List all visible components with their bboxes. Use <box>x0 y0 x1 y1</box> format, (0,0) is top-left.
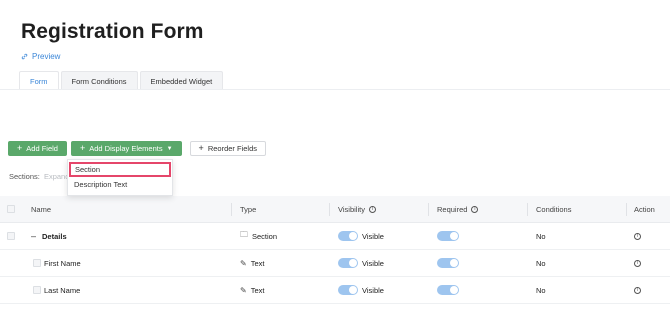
add-display-elements-button[interactable]: + Add Display Elements ▼ <box>70 141 182 156</box>
add-display-elements-label: Add Display Elements <box>89 144 163 153</box>
column-header-type: Type <box>240 204 257 214</box>
required-toggle[interactable] <box>437 231 459 241</box>
row-checkbox[interactable] <box>33 286 41 294</box>
info-icon[interactable]: i <box>634 232 641 240</box>
page-title: Registration Form <box>21 20 204 43</box>
visibility-label: Visible <box>362 258 384 268</box>
conditions-value: No <box>536 258 546 268</box>
table-row: First Name ✎ Text Visible No i <box>0 250 670 277</box>
column-header-action: Action <box>634 204 655 214</box>
expand-link[interactable]: Expand <box>44 172 69 181</box>
tab-form-conditions[interactable]: Form Conditions <box>60 71 138 90</box>
column-divider <box>329 203 330 216</box>
visibility-toggle[interactable] <box>338 231 358 241</box>
row-checkbox[interactable] <box>7 232 15 240</box>
sections-bar: Sections: Expand <box>9 172 69 181</box>
field-type: Text <box>250 258 265 268</box>
field-type: Text <box>250 285 265 295</box>
visibility-toggle[interactable] <box>338 285 358 295</box>
info-icon[interactable]: i <box>471 205 479 213</box>
display-elements-menu: Section Description Text <box>67 159 173 196</box>
table-header: Name Type Visibility i Required i Condit… <box>0 196 670 223</box>
preview-link[interactable]: Preview <box>21 52 60 61</box>
pencil-icon: ✎ <box>240 258 247 268</box>
column-header-conditions: Conditions <box>536 204 572 214</box>
field-name: Last Name <box>44 285 81 295</box>
conditions-value: No <box>536 231 546 241</box>
column-header-name: Name <box>31 204 52 214</box>
menu-item-section[interactable]: Section <box>69 162 171 177</box>
field-name: First Name <box>44 258 81 268</box>
tab-embedded-widget[interactable]: Embedded Widget <box>139 71 224 90</box>
visibility-label: Visible <box>362 285 384 295</box>
folder-icon: 🗀 <box>240 230 248 239</box>
field-type: Section <box>252 231 278 241</box>
reorder-fields-label: Reorder Fields <box>207 144 257 153</box>
info-icon[interactable]: i <box>634 286 641 294</box>
required-toggle[interactable] <box>437 285 459 295</box>
visibility-toggle[interactable] <box>338 258 358 268</box>
required-toggle[interactable] <box>437 258 459 268</box>
pencil-icon: ✎ <box>240 285 247 295</box>
plus-icon: + <box>17 143 23 153</box>
table-row: – Details 🗀 Section Visible No i <box>0 223 670 250</box>
fields-table: Name Type Visibility i Required i Condit… <box>0 196 670 304</box>
info-icon[interactable]: i <box>634 259 641 267</box>
collapse-icon[interactable]: – <box>31 231 36 241</box>
toolbar: + Add Field + Add Display Elements ▼ + R… <box>8 141 266 156</box>
column-divider <box>626 203 627 216</box>
info-icon[interactable]: i <box>368 205 376 213</box>
field-name: Details <box>42 231 67 241</box>
tab-bar: Form Form Conditions Embedded Widget <box>19 71 224 90</box>
tab-form[interactable]: Form <box>19 71 59 90</box>
add-field-button[interactable]: + Add Field <box>8 141 67 156</box>
reorder-fields-button[interactable]: + Reorder Fields <box>189 141 266 156</box>
tabs-divider <box>0 89 670 90</box>
sections-label: Sections: <box>9 172 40 181</box>
conditions-value: No <box>536 285 546 295</box>
preview-label: Preview <box>32 52 61 61</box>
visibility-label: Visible <box>362 231 384 241</box>
column-header-visibility: Visibility <box>338 204 365 214</box>
column-header-required: Required <box>437 204 468 214</box>
chevron-down-icon: ▼ <box>166 145 173 152</box>
row-checkbox[interactable] <box>33 259 41 267</box>
plus-icon: + <box>79 143 86 153</box>
column-divider <box>428 203 429 216</box>
column-divider <box>527 203 528 216</box>
link-icon <box>21 53 28 60</box>
column-divider <box>231 203 232 216</box>
select-all-checkbox[interactable] <box>7 205 15 213</box>
table-row: Last Name ✎ Text Visible No i <box>0 277 670 304</box>
add-field-label: Add Field <box>26 144 58 153</box>
plus-icon: + <box>198 143 204 153</box>
menu-item-description-text[interactable]: Description Text <box>68 177 172 192</box>
